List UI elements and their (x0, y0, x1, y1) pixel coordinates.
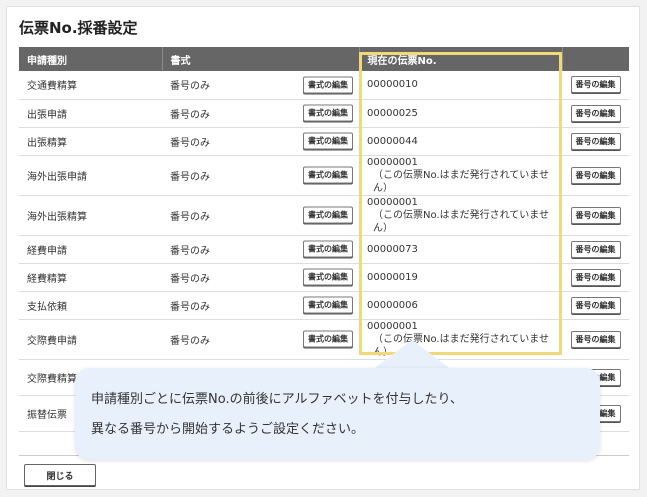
format-value: 番号のみ (170, 137, 210, 149)
cell-actions: 番号の編集 (562, 235, 629, 264)
cell-format: 番号のみ 書式の編集 (162, 319, 359, 360)
edit-format-button[interactable]: 書式の編集 (303, 330, 353, 348)
edit-format-button[interactable]: 書式の編集 (303, 268, 353, 286)
format-value: 番号のみ (170, 211, 210, 223)
cell-format: 番号のみ 書式の編集 (162, 263, 359, 292)
table-row: 交際費申請 番号のみ 書式の編集 00000001 （この伝票No.はまだ発行されて… (19, 319, 629, 360)
number-value: 00000073 (367, 243, 418, 255)
cell-format: 番号のみ 書式の編集 (162, 195, 359, 236)
cell-actions: 番号の編集 (562, 155, 629, 196)
format-value: 番号のみ (170, 109, 210, 121)
table-row: 出張申請 番号のみ 書式の編集 00000025 番号の編集 (19, 99, 629, 128)
number-value: 00000010 (367, 79, 418, 91)
edit-number-button[interactable]: 番号の編集 (570, 330, 621, 348)
table-row: 経費申請 番号のみ 書式の編集 00000073 番号の編集 (19, 235, 629, 264)
cell-number: 00000025 (359, 99, 562, 128)
number-value: 00000001 (367, 196, 418, 208)
format-value: 番号のみ (170, 171, 210, 183)
cell-number: 00000044 (359, 127, 562, 156)
tooltip-line-1: 申請種別ごとに伝票No.の前後にアルファベットを付与したり、 (91, 392, 463, 407)
format-value: 番号のみ (170, 245, 210, 257)
edit-format-button[interactable]: 書式の編集 (303, 240, 353, 258)
edit-number-button[interactable]: 番号の編集 (570, 166, 621, 184)
col-header-format: 書式 (162, 47, 360, 71)
col-header-current-number: 現在の伝票No. (359, 47, 563, 71)
edit-format-button[interactable]: 書式の編集 (303, 76, 353, 94)
edit-format-button[interactable]: 書式の編集 (303, 132, 353, 150)
col-header-actions (562, 47, 629, 71)
table-row: 海外出張精算 番号のみ 書式の編集 00000001 （この伝票No.はまだ発行され… (19, 195, 629, 236)
cell-type: 海外出張申請 (19, 155, 162, 196)
cell-type: 出張申請 (19, 99, 162, 128)
cell-actions: 番号の編集 (562, 263, 629, 292)
cell-type: 経費精算 (19, 263, 162, 292)
close-button[interactable]: 閉じる (24, 464, 96, 486)
cell-number: 00000010 (359, 71, 562, 100)
table-row: 支払依頼 番号のみ 書式の編集 00000006 番号の編集 (19, 291, 629, 320)
format-value: 番号のみ (170, 301, 210, 313)
cell-actions: 番号の編集 (562, 99, 629, 128)
cell-type: 出張精算 (19, 127, 162, 156)
cell-type: 支払依頼 (19, 291, 162, 320)
cell-type: 経費申請 (19, 235, 162, 264)
tooltip-line-2: 異なる番号から開始するようご設定ください。 (91, 422, 365, 437)
format-value: 番号のみ (170, 273, 210, 285)
not-issued-note: （この伝票No.はまだ発行されていません） (373, 209, 550, 234)
cell-format: 番号のみ 書式の編集 (162, 127, 359, 156)
number-value: 00000001 (367, 156, 418, 168)
edit-number-button[interactable]: 番号の編集 (570, 296, 621, 314)
edit-format-button[interactable]: 書式の編集 (303, 104, 353, 122)
number-value: 00000025 (367, 107, 418, 119)
tooltip-pointer (372, 340, 452, 370)
table-header-row: 申請種別 書式 現在の伝票No. (19, 47, 629, 71)
edit-format-button[interactable]: 書式の編集 (303, 166, 353, 184)
page-title: 伝票No.採番設定 (19, 19, 138, 37)
cell-type: 海外出張精算 (19, 195, 162, 236)
number-value: 00000001 (367, 320, 418, 332)
format-value: 番号のみ (170, 335, 210, 347)
cell-format: 番号のみ 書式の編集 (162, 155, 359, 196)
cell-type: 交通費精算 (19, 71, 162, 100)
table-row: 経費精算 番号のみ 書式の編集 00000019 番号の編集 (19, 263, 629, 292)
edit-format-button[interactable]: 書式の編集 (303, 296, 353, 314)
cell-actions: 番号の編集 (562, 291, 629, 320)
help-tooltip: 申請種別ごとに伝票No.の前後にアルファベットを付与したり、 異なる番号から開始… (75, 368, 600, 460)
cell-actions: 番号の編集 (562, 195, 629, 236)
table-row: 出張精算 番号のみ 書式の編集 00000044 番号の編集 (19, 127, 629, 156)
cell-number: 00000019 (359, 263, 562, 292)
edit-number-button[interactable]: 番号の編集 (570, 268, 621, 286)
edit-number-button[interactable]: 番号の編集 (570, 240, 621, 258)
format-value: 番号のみ (170, 81, 210, 93)
cell-number: 00000006 (359, 291, 562, 320)
cell-actions: 番号の編集 (562, 71, 629, 100)
edit-number-button[interactable]: 番号の編集 (570, 104, 621, 122)
table-row: 交通費精算 番号のみ 書式の編集 00000010 番号の編集 (19, 71, 629, 100)
col-header-type: 申請種別 (19, 47, 163, 71)
cell-number: 00000073 (359, 235, 562, 264)
cell-format: 番号のみ 書式の編集 (162, 235, 359, 264)
edit-number-button[interactable]: 番号の編集 (570, 76, 621, 94)
cell-format: 番号のみ 書式の編集 (162, 99, 359, 128)
number-value: 00000006 (367, 299, 418, 311)
cell-actions: 番号の編集 (562, 127, 629, 156)
cell-number: 00000001 （この伝票No.はまだ発行されていません） (359, 195, 562, 236)
edit-number-button[interactable]: 番号の編集 (570, 132, 621, 150)
edit-number-button[interactable]: 番号の編集 (570, 206, 621, 224)
cell-format: 番号のみ 書式の編集 (162, 291, 359, 320)
cell-format: 番号のみ 書式の編集 (162, 71, 359, 100)
cell-number: 00000001 （この伝票No.はまだ発行されていません） (359, 155, 562, 196)
edit-format-button[interactable]: 書式の編集 (303, 206, 353, 224)
number-value: 00000019 (367, 271, 418, 283)
not-issued-note: （この伝票No.はまだ発行されていません） (373, 169, 550, 194)
table-row: 海外出張申請 番号のみ 書式の編集 00000001 （この伝票No.はまだ発行され… (19, 155, 629, 196)
cell-actions: 番号の編集 (562, 319, 629, 360)
cell-type: 交際費申請 (19, 319, 162, 360)
number-value: 00000044 (367, 135, 418, 147)
